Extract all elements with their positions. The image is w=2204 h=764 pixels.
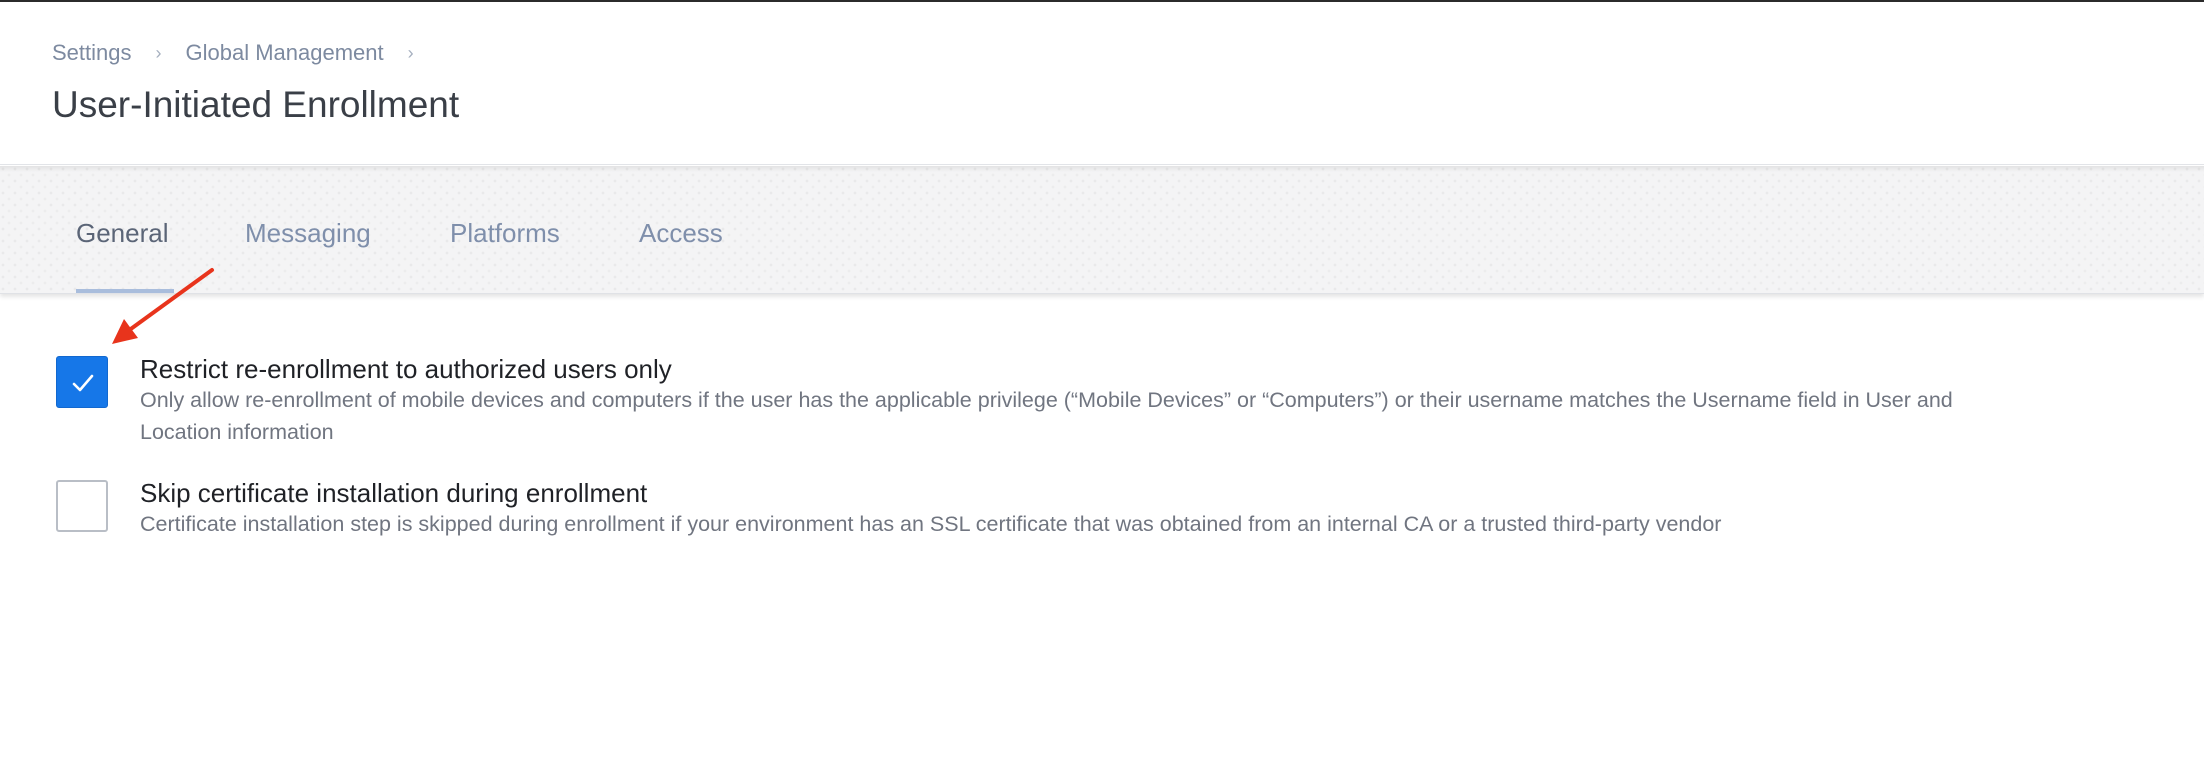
active-tab-indicator bbox=[76, 289, 174, 293]
skip-certificate-checkbox[interactable] bbox=[56, 480, 108, 532]
page-title: User-Initiated Enrollment bbox=[52, 84, 460, 125]
restrict-reenrollment-checkbox[interactable] bbox=[56, 356, 108, 408]
tab-bar-shadow bbox=[0, 166, 2204, 172]
checkmark-icon bbox=[72, 374, 94, 392]
tab-messaging[interactable]: Messaging bbox=[245, 218, 371, 249]
restrict-reenrollment-description: Only allow re-enrollment of mobile devic… bbox=[140, 384, 2150, 448]
restrict-reenrollment-label: Restrict re-enrollment to authorized use… bbox=[140, 354, 672, 384]
chevron-right-icon: › bbox=[155, 42, 162, 63]
skip-certificate-label: Skip certificate installation during enr… bbox=[140, 478, 648, 508]
chevron-right-icon: › bbox=[407, 42, 414, 63]
tab-access[interactable]: Access bbox=[639, 218, 723, 249]
tab-platforms[interactable]: Platforms bbox=[450, 218, 560, 249]
restrict-reenrollment-description-line: Only allow re-enrollment of mobile devic… bbox=[140, 388, 1953, 412]
breadcrumb-settings[interactable]: Settings bbox=[52, 40, 132, 66]
tab-general[interactable]: General bbox=[76, 218, 169, 249]
tab-bar: General Messaging Platforms Access bbox=[0, 166, 2204, 294]
page-header: Settings › Global Management › User-Init… bbox=[0, 2, 2204, 165]
breadcrumb-global-management[interactable]: Global Management bbox=[186, 40, 384, 66]
breadcrumb: Settings › Global Management › bbox=[52, 40, 438, 66]
app-window: Settings › Global Management › User-Init… bbox=[0, 0, 2204, 764]
skip-certificate-description: Certificate installation step is skipped… bbox=[140, 512, 1722, 536]
restrict-reenrollment-description-line: Location information bbox=[140, 420, 334, 444]
